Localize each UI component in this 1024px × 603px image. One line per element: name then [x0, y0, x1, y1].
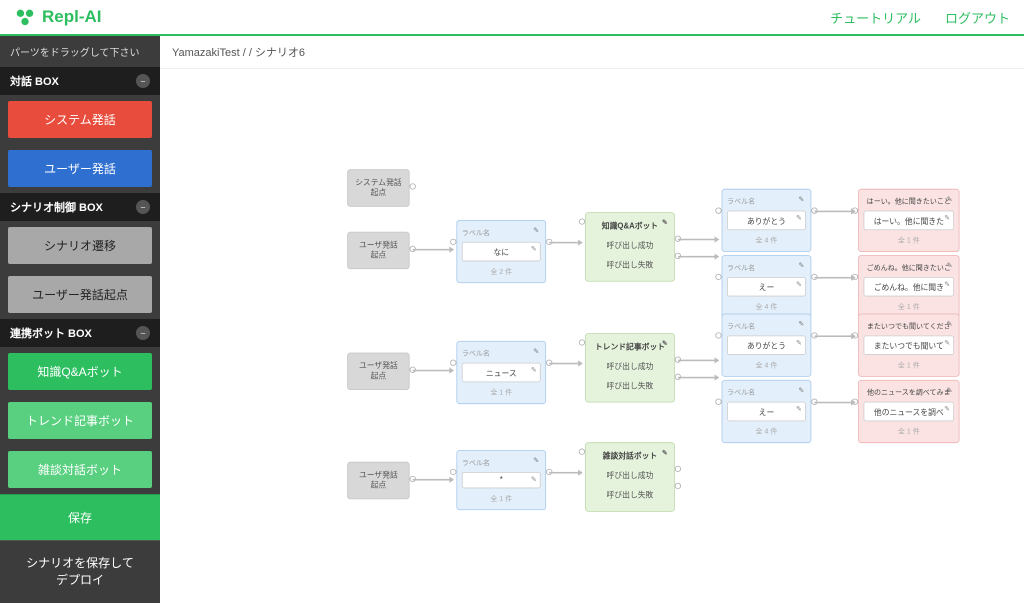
- edit-icon[interactable]: ✎: [531, 366, 537, 375]
- count-label: 全 1 件: [864, 298, 954, 311]
- sidebar-section-dialog[interactable]: 対話 BOX –: [0, 67, 160, 95]
- edit-icon[interactable]: ✎: [662, 339, 668, 348]
- logo-icon: [14, 6, 36, 28]
- call-failure: 呼び出し失敗: [591, 376, 670, 394]
- edit-icon[interactable]: ✎: [796, 214, 802, 223]
- origin-node[interactable]: ユーザ発話起点: [347, 353, 409, 390]
- collapse-icon[interactable]: –: [136, 200, 150, 214]
- call-success: 呼び出し成功: [591, 236, 670, 254]
- bot-node[interactable]: 知識Q&Aボット✎ 呼び出し成功 呼び出し失敗: [585, 212, 675, 281]
- edit-icon[interactable]: ✎: [798, 320, 804, 329]
- system-value[interactable]: はーい。他に聞きた✎: [864, 211, 954, 231]
- nav-logout[interactable]: ログアウト: [945, 8, 1010, 27]
- user-utterance-node[interactable]: ラベル名✎ ニュース✎ 全 1 件: [456, 341, 546, 404]
- edit-icon[interactable]: ✎: [531, 245, 537, 254]
- user-reply-node[interactable]: ラベル名✎ ありがとう✎ 全 4 件: [722, 314, 812, 377]
- count-label: 全 1 件: [864, 357, 954, 370]
- reply-value[interactable]: えー✎: [727, 402, 806, 422]
- palette-system-utterance[interactable]: システム発話: [8, 101, 152, 138]
- brand-text: Repl-AI: [42, 7, 102, 27]
- save-button[interactable]: 保存: [0, 494, 160, 540]
- edit-icon[interactable]: ✎: [533, 347, 539, 356]
- user-utterance-node[interactable]: ラベル名✎ なに✎ 全 2 件: [456, 220, 546, 283]
- canvas[interactable]: YamazakiTest / / シナリオ6 システム発話起点ユーザ発話起点ユー…: [160, 36, 1024, 548]
- palette-kb-bot[interactable]: 知識Q&Aボット: [8, 353, 152, 390]
- call-failure: 呼び出し失敗: [591, 255, 670, 273]
- count-label: 全 2 件: [462, 263, 541, 276]
- breadcrumb: YamazakiTest / / シナリオ6: [160, 36, 1024, 69]
- bot-node[interactable]: トレンド記事ボット✎ 呼び出し成功 呼び出し失敗: [585, 333, 675, 402]
- system-utterance-node[interactable]: またいつでも聞いてくださ✎ またいつでも聞いて✎ 全 1 件: [858, 314, 959, 377]
- top-nav: チュートリアル ログアウト: [830, 8, 1010, 27]
- count-label: 全 1 件: [864, 423, 954, 436]
- edit-icon[interactable]: ✎: [947, 320, 953, 329]
- nav-tutorial[interactable]: チュートリアル: [830, 8, 921, 27]
- edit-icon[interactable]: ✎: [662, 449, 668, 458]
- palette-chitchat-bot[interactable]: 雑談対話ボット: [8, 451, 152, 488]
- edit-icon[interactable]: ✎: [944, 405, 950, 414]
- count-label: 全 1 件: [462, 490, 541, 503]
- edit-icon[interactable]: ✎: [798, 195, 804, 204]
- palette-user-utterance[interactable]: ユーザー発話: [8, 150, 152, 187]
- count-label: 全 1 件: [462, 384, 541, 397]
- utterance-value[interactable]: *✎: [462, 472, 541, 488]
- topbar: Repl-AI チュートリアル ログアウト: [0, 0, 1024, 36]
- sidebar: パーツをドラッグして下さい 対話 BOX – システム発話 ユーザー発話 シナリ…: [0, 36, 160, 548]
- sidebar-hint: パーツをドラッグして下さい: [0, 36, 160, 67]
- system-value[interactable]: 他のニュースを調べ✎: [864, 402, 954, 422]
- edit-icon[interactable]: ✎: [662, 218, 668, 227]
- system-value[interactable]: またいつでも聞いて✎: [864, 335, 954, 355]
- edit-icon[interactable]: ✎: [798, 386, 804, 395]
- edit-icon[interactable]: ✎: [944, 280, 950, 289]
- brand-logo: Repl-AI: [14, 6, 102, 28]
- sidebar-section-scenario[interactable]: シナリオ制御 BOX –: [0, 193, 160, 221]
- count-label: 全 1 件: [864, 232, 954, 245]
- system-utterance-node[interactable]: ごめんね。他に聞きたいこ✎ ごめんね。他に聞き✎ 全 1 件: [858, 255, 959, 318]
- collapse-icon[interactable]: –: [136, 326, 150, 340]
- edit-icon[interactable]: ✎: [798, 261, 804, 270]
- reply-value[interactable]: えー✎: [727, 277, 806, 297]
- palette-scenario-transition[interactable]: シナリオ遷移: [8, 227, 152, 264]
- user-utterance-node[interactable]: ラベル名✎ *✎ 全 1 件: [456, 450, 546, 510]
- utterance-value[interactable]: ニュース✎: [462, 363, 541, 383]
- call-failure: 呼び出し失敗: [591, 485, 670, 503]
- count-label: 全 4 件: [727, 298, 806, 311]
- flow-area[interactable]: システム発話起点ユーザ発話起点ユーザ発話起点ユーザ発話起点 ラベル名✎ なに✎ 全…: [160, 64, 1024, 532]
- reply-value[interactable]: ありがとう✎: [727, 335, 806, 355]
- system-value[interactable]: ごめんね。他に聞き✎: [864, 277, 954, 297]
- edit-icon[interactable]: ✎: [944, 214, 950, 223]
- edit-icon[interactable]: ✎: [796, 339, 802, 348]
- edit-icon[interactable]: ✎: [796, 280, 802, 289]
- save-deploy-button[interactable]: シナリオを保存して デプロイ: [0, 540, 160, 603]
- call-success: 呼び出し成功: [591, 466, 670, 484]
- user-reply-node[interactable]: ラベル名✎ えー✎ 全 4 件: [722, 380, 812, 443]
- user-reply-node[interactable]: ラベル名✎ ありがとう✎ 全 4 件: [722, 189, 812, 252]
- edit-icon[interactable]: ✎: [796, 405, 802, 414]
- system-utterance-node[interactable]: はーい。他に聞きたいこと✎ はーい。他に聞きた✎ 全 1 件: [858, 189, 959, 252]
- edit-icon[interactable]: ✎: [533, 226, 539, 235]
- edit-icon[interactable]: ✎: [531, 475, 537, 484]
- call-success: 呼び出し成功: [591, 357, 670, 375]
- bot-node[interactable]: 雑談対話ボット✎ 呼び出し成功 呼び出し失敗: [585, 442, 675, 511]
- edit-icon[interactable]: ✎: [947, 261, 953, 270]
- origin-node[interactable]: ユーザ発話起点: [347, 232, 409, 269]
- edit-icon[interactable]: ✎: [947, 386, 953, 395]
- reply-value[interactable]: ありがとう✎: [727, 211, 806, 231]
- edit-icon[interactable]: ✎: [944, 339, 950, 348]
- edit-icon[interactable]: ✎: [947, 195, 953, 204]
- count-label: 全 4 件: [727, 357, 806, 370]
- collapse-icon[interactable]: –: [136, 74, 150, 88]
- palette-user-origin[interactable]: ユーザー発話起点: [8, 276, 152, 313]
- user-reply-node[interactable]: ラベル名✎ えー✎ 全 4 件: [722, 255, 812, 318]
- count-label: 全 4 件: [727, 423, 806, 436]
- utterance-value[interactable]: なに✎: [462, 242, 541, 262]
- count-label: 全 4 件: [727, 232, 806, 245]
- system-utterance-node[interactable]: 他のニュースを調べてみま✎ 他のニュースを調べ✎ 全 1 件: [858, 380, 959, 443]
- origin-node[interactable]: ユーザ発話起点: [347, 462, 409, 499]
- palette-trend-bot[interactable]: トレンド記事ボット: [8, 402, 152, 439]
- edit-icon[interactable]: ✎: [533, 456, 539, 465]
- origin-node[interactable]: システム発話起点: [347, 169, 409, 206]
- sidebar-section-bots[interactable]: 連携ボット BOX –: [0, 319, 160, 347]
